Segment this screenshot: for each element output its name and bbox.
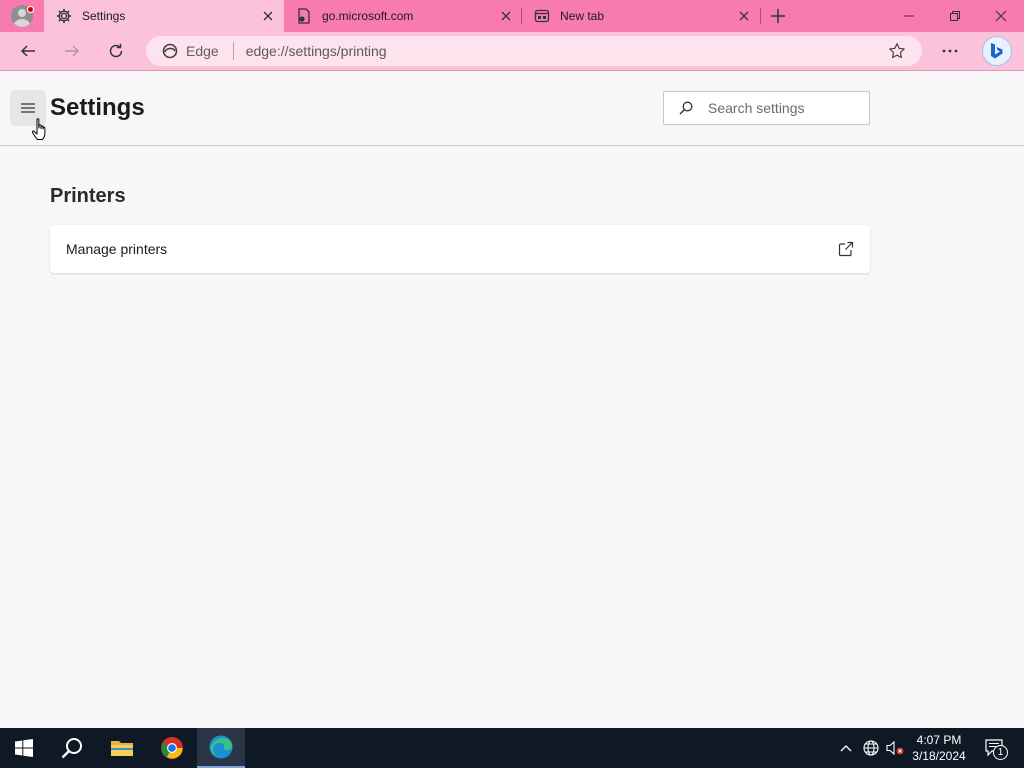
manage-printers-item[interactable]: Manage printers [50,225,870,273]
globe-icon [863,740,879,756]
arrow-right-icon [65,45,80,57]
refresh-button[interactable] [100,36,132,66]
network-button[interactable] [860,728,882,768]
tab-divider [760,8,761,24]
tab-go-microsoft[interactable]: go.microsoft.com [284,0,522,32]
search-box[interactable] [663,91,870,125]
address-bar[interactable]: Edge edge://settings/printing [146,36,922,66]
start-button[interactable] [0,728,48,768]
restore-icon [950,11,960,21]
close-window-button[interactable] [978,0,1024,32]
tab-label: go.microsoft.com [322,9,414,23]
minimize-icon [904,15,914,17]
show-hidden-icons-button[interactable] [836,728,856,768]
plus-icon [771,9,785,23]
site-label: Edge [186,43,219,59]
manage-printers-label: Manage printers [66,241,168,257]
volume-muted-icon [886,740,904,756]
volume-button[interactable] [884,728,906,768]
hand-pointer-cursor-icon [31,118,46,140]
forward-button[interactable] [56,36,88,66]
close-tab-icon[interactable] [734,6,754,26]
notification-count-badge: 1 [993,745,1008,760]
close-tab-icon[interactable] [258,6,278,26]
browser-toolbar: Edge edge://settings/printing [0,32,1024,71]
chrome-icon [161,737,183,759]
chevron-up-icon [840,745,852,752]
chrome-button[interactable] [148,728,196,768]
omnibox-divider [232,42,234,60]
edge-icon [162,43,178,59]
file-explorer-button[interactable] [98,728,146,768]
settings-and-more-button[interactable] [934,36,966,66]
tab-new-tab[interactable]: New tab [522,0,760,32]
minimize-button[interactable] [886,0,932,32]
restore-button[interactable] [932,0,978,32]
arrow-left-icon [20,45,35,57]
bing-copilot-icon [991,43,1003,59]
gear-icon [56,8,72,24]
search-icon [61,738,82,759]
tab-label: Settings [82,9,126,23]
back-button[interactable] [12,36,44,66]
settings-header: Settings [0,72,1024,146]
refresh-icon [109,43,123,58]
url-text[interactable]: edge://settings/printing [246,43,882,59]
clock-time: 4:07 PM [916,733,962,747]
taskbar: 4:07 PM 3/18/2024 1 [0,728,1024,768]
edge-icon [209,735,233,759]
profile-button[interactable] [8,3,36,29]
copilot-button[interactable] [982,36,1012,66]
edge-taskbar-button[interactable] [197,728,245,768]
page-title: Settings [50,94,145,121]
section-title-printers: Printers [50,185,126,207]
close-icon [995,10,1007,22]
file-explorer-icon [111,741,133,756]
more-dots-icon [942,49,958,53]
favorite-star-icon[interactable] [882,36,912,66]
clock[interactable]: 4:07 PM 3/18/2024 [904,728,974,768]
tab-strip: Settings go.microsoft.com New tab [0,0,1024,32]
search-input[interactable] [708,100,858,116]
action-center-button[interactable]: 1 [978,728,1012,768]
hamburger-icon [21,103,35,113]
taskbar-search-button[interactable] [48,728,96,768]
close-tab-icon[interactable] [496,6,516,26]
new-tab-button[interactable] [764,4,792,28]
external-link-icon [836,239,856,259]
pdf-icon [296,8,312,24]
start-icon [15,739,33,757]
tab-label: New tab [560,9,605,23]
tab-settings[interactable]: Settings [44,0,284,32]
newtab-page-icon [534,8,550,24]
clock-date: 3/18/2024 [912,749,966,763]
search-icon [678,100,694,116]
notification-dot [27,6,34,13]
